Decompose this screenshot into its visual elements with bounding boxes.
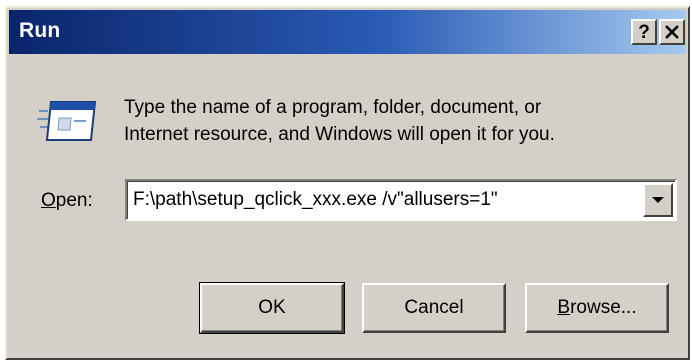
description-line-1: Type the name of a program, folder, docu… xyxy=(124,97,542,118)
window-title: Run xyxy=(19,19,61,42)
open-input[interactable] xyxy=(133,181,643,219)
chevron-down-icon xyxy=(652,197,664,203)
run-program-icon xyxy=(37,101,97,141)
open-label: Open: xyxy=(41,190,93,212)
browse-label-rest: rowse... xyxy=(570,297,637,318)
open-label-mnemonic: O xyxy=(41,190,56,211)
title-bar[interactable]: Run ? xyxy=(9,10,686,54)
open-label-rest: pen: xyxy=(55,190,93,211)
open-dropdown-button[interactable] xyxy=(643,183,673,217)
close-icon xyxy=(665,25,679,39)
ok-button[interactable]: OK xyxy=(199,282,345,334)
cancel-button[interactable]: Cancel xyxy=(362,283,506,333)
description-line-2: Internet resource, and Windows will open… xyxy=(124,124,555,145)
browse-button[interactable]: Browse... xyxy=(525,283,669,333)
open-combobox[interactable] xyxy=(125,179,677,221)
help-button[interactable]: ? xyxy=(631,19,657,45)
description-text: Type the name of a program, folder, docu… xyxy=(124,94,664,148)
run-dialog: Run ? Type the name of a program, folder… xyxy=(5,6,690,360)
browse-mnemonic: B xyxy=(557,297,571,318)
close-button[interactable] xyxy=(659,19,685,45)
